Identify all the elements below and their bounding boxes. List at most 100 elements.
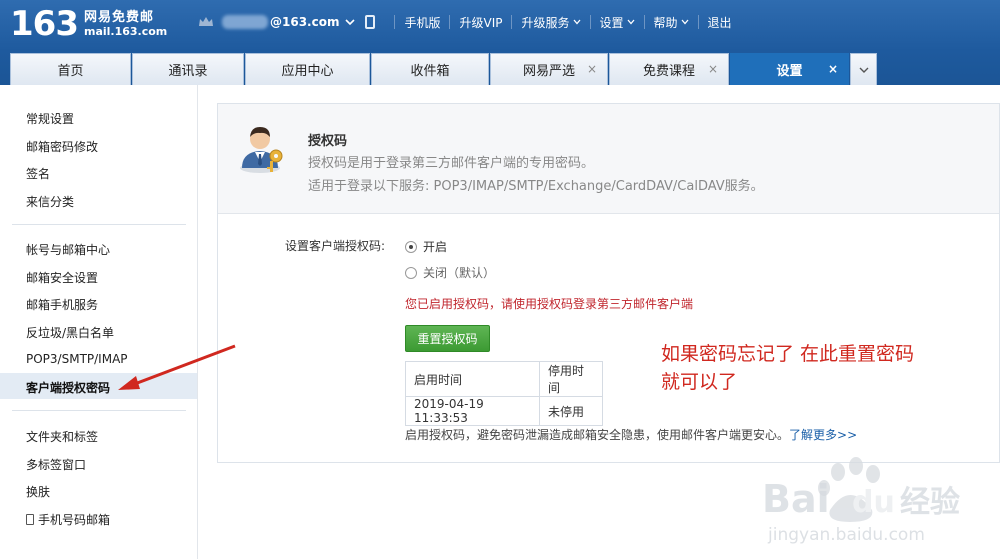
phone-icon <box>26 514 34 525</box>
red-arrow-annotation <box>118 344 236 390</box>
email-domain[interactable]: @163.com <box>270 15 339 29</box>
sidebar-item-client-auth[interactable]: 客户端授权密码 <box>26 379 110 396</box>
footnote-text: 启用授权码，避免密码泄漏造成邮箱安全隐患，使用邮件客户端更安心。 <box>405 428 790 442</box>
table-row: 2019-04-19 11:33:53 未停用 <box>405 396 603 426</box>
close-icon[interactable]: × <box>828 62 838 76</box>
tab-label: 通讯录 <box>168 64 208 79</box>
logo-number: 163 <box>10 4 79 44</box>
chevron-down-icon <box>859 67 868 73</box>
watermark-brand2: du <box>852 485 895 520</box>
panel-description: 授权码是用于登录第三方邮件客户端的专用密码。 <box>308 156 595 171</box>
sidebar-item-security[interactable]: 邮箱安全设置 <box>26 269 98 286</box>
watermark-brand: Bai <box>762 477 830 521</box>
logo[interactable]: 163 网易免费邮 mail.163.com <box>10 6 167 42</box>
tab-label: 应用中心 <box>281 64 334 79</box>
sidebar-item-folders[interactable]: 文件夹和标签 <box>26 428 98 445</box>
settings-label: 设置 <box>599 15 624 30</box>
settings-menu[interactable]: 设置 <box>600 14 635 31</box>
tab-contacts[interactable]: 通讯录 <box>132 53 244 85</box>
tab-label: 设置 <box>776 64 803 79</box>
auth-code-table: 启用时间 停用时间 2019-04-19 11:33:53 未停用 <box>405 361 603 426</box>
separator <box>449 15 451 29</box>
sidebar-item-label: 手机号码邮箱 <box>38 513 111 527</box>
tab-label: 网易严选 <box>522 64 575 79</box>
cell-disabled-time: 未停用 <box>539 396 603 426</box>
separator <box>394 15 396 29</box>
radio-disable[interactable]: 关闭（默认） <box>405 264 495 281</box>
radio-label: 关闭（默认） <box>423 266 496 280</box>
logout-link[interactable]: 退出 <box>708 14 732 31</box>
learn-more-link[interactable]: 了解更多>> <box>789 428 857 442</box>
radio-button-checked[interactable] <box>405 240 417 253</box>
tab-label: 首页 <box>57 64 84 79</box>
tab-yanxuan[interactable]: 网易严选 × <box>490 53 608 85</box>
separator <box>589 15 591 29</box>
reset-auth-code-button[interactable]: 重置授权码 <box>405 325 490 352</box>
annotation-line: 就可以了 <box>661 371 738 393</box>
panel-header: 授权码 授权码是用于登录第三方邮件客户端的专用密码。 适用于登录以下服务: PO… <box>218 104 999 214</box>
sidebar-item-phone-mailbox[interactable]: 手机号码邮箱 <box>26 511 110 528</box>
auth-code-panel: 授权码 授权码是用于登录第三方邮件客户端的专用密码。 适用于登录以下服务: PO… <box>217 103 1000 463</box>
watermark-url: jingyan.baidu.com <box>767 525 925 545</box>
tab-label: 收件箱 <box>410 64 450 79</box>
enabled-notice: 您已启用授权码，请使用授权码登录第三方邮件客户端 <box>405 297 694 311</box>
panel-services: 适用于登录以下服务: POP3/IMAP/SMTP/Exchange/CardD… <box>308 179 764 194</box>
logo-domain: mail.163.com <box>83 25 168 38</box>
sidebar-item-password[interactable]: 邮箱密码修改 <box>26 138 98 155</box>
tab-settings[interactable]: 设置 × <box>730 53 849 85</box>
upgrade-service-label: 升级服务 <box>521 15 570 30</box>
sidebar-item-mobile-service[interactable]: 邮箱手机服务 <box>26 296 98 313</box>
upgrade-vip-link[interactable]: 升级VIP <box>459 14 502 31</box>
separator <box>511 15 513 29</box>
close-icon[interactable]: × <box>587 62 597 76</box>
crown-icon <box>199 17 213 26</box>
table-header-row: 启用时间 停用时间 <box>405 361 603 397</box>
phone-icon[interactable] <box>365 15 376 29</box>
email-user-blurred <box>222 15 268 29</box>
top-header: 163 网易免费邮 mail.163.com @163.com 手机版 升级VI… <box>0 0 1000 85</box>
radio-label: 开启 <box>423 240 448 254</box>
chevron-down-icon <box>681 19 689 25</box>
chevron-down-icon[interactable] <box>345 17 356 27</box>
chevron-down-icon <box>627 19 635 25</box>
tab-free-courses[interactable]: 免费课程 × <box>609 53 729 85</box>
security-footnote: 启用授权码，避免密码泄漏造成邮箱安全隐患，使用邮件客户端更安心。了解更多>> <box>405 426 857 443</box>
radio-button[interactable] <box>405 266 417 279</box>
radio-enable[interactable]: 开启 <box>405 238 447 255</box>
sidebar-item-skin[interactable]: 换肤 <box>26 483 50 500</box>
sidebar-divider <box>12 224 186 225</box>
watermark-cn: 经验 <box>900 485 960 520</box>
mobile-version-link[interactable]: 手机版 <box>404 14 440 31</box>
sidebar-item-spam[interactable]: 反垃圾/黑白名单 <box>26 324 114 341</box>
auth-code-setting-label: 设置客户端授权码: <box>285 239 386 253</box>
settings-sidebar: 常规设置 邮箱密码修改 签名 来信分类 帐号与邮箱中心 邮箱安全设置 邮箱手机服… <box>0 85 198 559</box>
sidebar-item-general[interactable]: 常规设置 <box>26 110 74 127</box>
top-bar: @163.com 手机版 升级VIP 升级服务 设置 帮助 退出 <box>198 12 732 32</box>
annotation-line: 如果密码忘记了 在此重置密码 <box>661 343 915 365</box>
column-header-disabled-time: 停用时间 <box>539 361 603 397</box>
column-header-enabled-time: 启用时间 <box>405 361 540 397</box>
tab-inbox[interactable]: 收件箱 <box>371 53 489 85</box>
help-menu[interactable]: 帮助 <box>654 14 689 31</box>
panel-title: 授权码 <box>308 134 348 149</box>
tab-bar: 首页 通讯录 应用中心 收件箱 网易严选 × 免费课程 × 设置 × <box>10 53 877 85</box>
sidebar-divider <box>12 410 186 411</box>
logo-brand-cn: 网易免费邮 <box>83 10 154 25</box>
separator <box>643 15 645 29</box>
sidebar-item-multi-tab[interactable]: 多标签窗口 <box>26 456 86 473</box>
help-label: 帮助 <box>653 15 678 30</box>
user-key-icon <box>240 127 283 173</box>
tab-overflow-button[interactable] <box>850 53 877 85</box>
tab-home[interactable]: 首页 <box>10 53 131 85</box>
separator <box>697 15 699 29</box>
sidebar-item-signature[interactable]: 签名 <box>26 165 50 182</box>
tab-app-center[interactable]: 应用中心 <box>245 53 370 85</box>
sidebar-item-account-center[interactable]: 帐号与邮箱中心 <box>26 241 110 258</box>
sidebar-item-filters[interactable]: 来信分类 <box>26 193 74 210</box>
upgrade-service-menu[interactable]: 升级服务 <box>521 14 580 31</box>
baidu-jingyan-watermark: Bai du 经验 jingyan.baidu.com <box>762 457 960 545</box>
annotation-text: 如果密码忘记了 在此重置密码 就可以了 <box>661 340 914 396</box>
close-icon[interactable]: × <box>708 62 718 76</box>
tab-label: 免费课程 <box>642 64 695 79</box>
chevron-down-icon <box>573 19 580 25</box>
